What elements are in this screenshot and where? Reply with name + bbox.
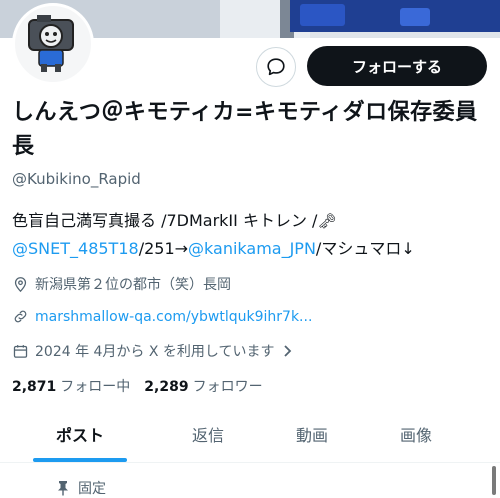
join-date[interactable]: 2024 年 4月から X を利用しています xyxy=(12,341,293,361)
following-stat[interactable]: 2,871 フォロー中 xyxy=(12,376,130,396)
bio: 色盲自己満写真撮る /7DMarkII キトレン /🗝 @SNET_485T18… xyxy=(12,207,492,263)
chevron-right-icon xyxy=(283,345,291,357)
location-pin-icon xyxy=(14,276,27,292)
pinned-indicator: 固定 xyxy=(56,478,106,498)
following-label: フォロー中 xyxy=(60,379,131,395)
profile-tabs: ポスト 返信 動画 画像 xyxy=(0,414,500,463)
bio-text: /マシュマロ↓ xyxy=(315,239,415,258)
bio-line: 色盲自己満写真撮る /7DMarkII キトレン /🗝 xyxy=(12,207,492,235)
tab-videos[interactable]: 動画 xyxy=(274,414,350,462)
banner-shape xyxy=(400,8,430,26)
followers-stat[interactable]: 2,289 フォロワー xyxy=(144,376,262,396)
followers-label: フォロワー xyxy=(192,379,263,395)
link-icon xyxy=(14,310,27,323)
followers-count: 2,289 xyxy=(144,379,189,395)
user-handle: @Kubikino_Rapid xyxy=(12,170,141,188)
join-date-text: 2024 年 4月から X を利用しています xyxy=(35,344,275,360)
camera-mascot-icon xyxy=(28,15,74,72)
mention-link[interactable]: @kanikama_JPN xyxy=(188,239,316,258)
website: marshmallow-qa.com/ybwtlquk9ihr7k... xyxy=(12,308,312,325)
bio-text: 色盲自己満写真撮る /7DMarkII キトレン / xyxy=(12,211,318,230)
tab-posts[interactable]: ポスト xyxy=(33,414,127,462)
avatar[interactable] xyxy=(12,3,94,85)
following-count: 2,871 xyxy=(12,379,57,395)
scrollbar[interactable] xyxy=(492,466,496,495)
message-button[interactable] xyxy=(256,47,296,87)
follow-stats: 2,871 フォロー中 2,289 フォロワー xyxy=(12,376,263,396)
follow-button[interactable]: フォローする xyxy=(307,46,487,86)
bio-line: @SNET_485T18/251→@kanikama_JPN/マシュマロ↓ xyxy=(12,235,492,263)
website-link[interactable]: marshmallow-qa.com/ybwtlquk9ihr7k... xyxy=(35,309,312,325)
pin-icon xyxy=(58,481,68,496)
tab-replies[interactable]: 返信 xyxy=(170,414,246,462)
mention-link[interactable]: @SNET_485T18 xyxy=(12,239,139,258)
display-name: しんえつ＠キモティカ=キモティダロ保存委員長 xyxy=(12,100,478,159)
banner-shape xyxy=(300,4,345,26)
active-tab-indicator xyxy=(33,458,127,462)
chat-bubble-icon xyxy=(267,58,285,76)
tab-images[interactable]: 画像 xyxy=(378,414,454,462)
location: 新潟県第２位の都市（笑）長岡 xyxy=(12,274,231,294)
key-emoji-icon: 🗝 xyxy=(317,212,337,230)
calendar-icon xyxy=(13,344,28,358)
location-text: 新潟県第２位の都市（笑）長岡 xyxy=(35,277,231,293)
bio-text: /251→ xyxy=(138,239,189,258)
pinned-label: 固定 xyxy=(78,481,106,497)
